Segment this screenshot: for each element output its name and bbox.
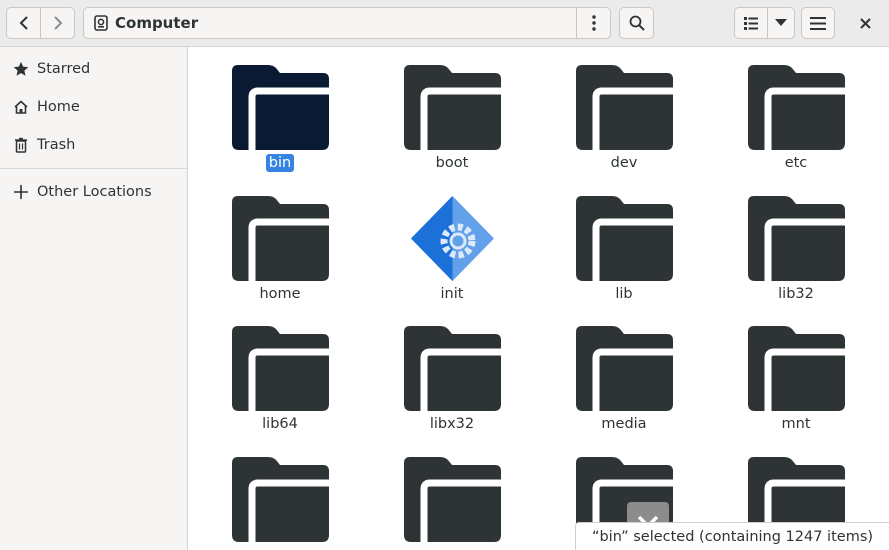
folder-icon bbox=[748, 196, 845, 281]
folder-icon bbox=[576, 196, 673, 281]
file-name: dev bbox=[554, 155, 694, 171]
folder-icon bbox=[576, 65, 673, 150]
file-name-text: libx32 bbox=[429, 416, 475, 432]
file-name-text: boot bbox=[435, 155, 469, 171]
folder-icon bbox=[232, 65, 329, 150]
chevron-right-icon bbox=[53, 16, 62, 30]
sidebar-item-starred[interactable]: Starred bbox=[0, 50, 187, 88]
file-name-text bbox=[277, 546, 283, 550]
sidebar-item-label: Starred bbox=[37, 61, 91, 77]
sidebar-item-other-locations[interactable]: Other Locations bbox=[0, 173, 187, 211]
file-item[interactable]: bin bbox=[210, 47, 350, 175]
file-item[interactable]: home bbox=[210, 178, 350, 306]
location-menu-button[interactable] bbox=[576, 7, 610, 39]
file-name-text bbox=[449, 546, 455, 550]
file-name: home bbox=[210, 286, 350, 302]
file-name: libx32 bbox=[382, 416, 522, 432]
file-name-text: dev bbox=[610, 155, 638, 171]
view-buttons bbox=[734, 7, 795, 39]
folder-icon bbox=[404, 65, 501, 150]
file-item[interactable]: boot bbox=[382, 47, 522, 175]
file-item[interactable] bbox=[382, 439, 522, 550]
file-name-text: lib64 bbox=[262, 416, 298, 432]
file-item[interactable]: lib32 bbox=[726, 178, 866, 306]
executable-icon bbox=[404, 196, 501, 281]
file-item[interactable]: media bbox=[554, 308, 694, 436]
forward-button[interactable] bbox=[40, 7, 75, 39]
file-item[interactable]: mnt bbox=[726, 308, 866, 436]
file-item[interactable]: libx32 bbox=[382, 308, 522, 436]
plus-icon bbox=[12, 183, 30, 201]
folder-icon bbox=[576, 326, 673, 411]
star-icon bbox=[12, 60, 30, 78]
close-icon bbox=[859, 17, 871, 29]
sidebar: Starred Home Trash Other Locations bbox=[0, 47, 188, 550]
trash-icon bbox=[12, 136, 30, 154]
list-view-icon bbox=[744, 16, 758, 30]
folder-icon bbox=[232, 457, 329, 542]
vertical-dots-icon bbox=[591, 15, 596, 31]
chevron-left-icon bbox=[19, 16, 28, 30]
folder-icon bbox=[232, 196, 329, 281]
close-button[interactable] bbox=[850, 8, 880, 38]
hamburger-icon bbox=[810, 16, 826, 30]
file-name: lib64 bbox=[210, 416, 350, 432]
file-item[interactable]: lib64 bbox=[210, 308, 350, 436]
file-item[interactable]: init bbox=[382, 178, 522, 306]
file-name: media bbox=[554, 416, 694, 432]
status-overlay: “bin” selected (containing 1247 items) bbox=[575, 522, 889, 550]
folder-icon bbox=[232, 326, 329, 411]
file-name-text: bin bbox=[265, 154, 295, 172]
sidebar-item-label: Home bbox=[37, 99, 80, 115]
file-item[interactable]: dev bbox=[554, 47, 694, 175]
folder-icon bbox=[404, 457, 501, 542]
search-icon bbox=[629, 15, 645, 31]
location-label[interactable]: Computer bbox=[115, 14, 198, 32]
file-name: init bbox=[382, 286, 522, 302]
sidebar-item-label: Other Locations bbox=[37, 184, 152, 200]
main-menu-button[interactable] bbox=[801, 7, 835, 39]
view-options-button[interactable] bbox=[767, 7, 795, 39]
folder-icon bbox=[748, 65, 845, 150]
folder-icon bbox=[404, 326, 501, 411]
file-item[interactable]: lib bbox=[554, 178, 694, 306]
search-button[interactable] bbox=[619, 7, 654, 39]
chevron-down-icon bbox=[775, 19, 787, 26]
header-bar: Computer bbox=[0, 0, 889, 47]
file-name-text: etc bbox=[784, 155, 808, 171]
sidebar-item-label: Trash bbox=[37, 137, 76, 153]
file-name-text: home bbox=[259, 286, 301, 302]
file-name: boot bbox=[382, 155, 522, 171]
location-bar[interactable]: Computer bbox=[83, 7, 611, 39]
drive-icon bbox=[94, 15, 108, 31]
file-name-text: lib32 bbox=[778, 286, 814, 302]
file-name: etc bbox=[726, 155, 866, 171]
file-name: bin bbox=[210, 154, 350, 172]
file-name-text: mnt bbox=[781, 416, 811, 432]
file-item[interactable]: etc bbox=[726, 47, 866, 175]
file-name: mnt bbox=[726, 416, 866, 432]
sidebar-divider bbox=[0, 168, 187, 169]
status-text: “bin” selected (containing 1247 items) bbox=[591, 528, 874, 545]
file-name-text: lib bbox=[615, 286, 633, 302]
list-view-button[interactable] bbox=[734, 7, 768, 39]
navigation-buttons bbox=[6, 7, 76, 39]
sidebar-item-trash[interactable]: Trash bbox=[0, 126, 187, 164]
sidebar-item-home[interactable]: Home bbox=[0, 88, 187, 126]
file-item[interactable] bbox=[210, 439, 350, 550]
file-name-text: media bbox=[601, 416, 647, 432]
file-name: lib bbox=[554, 286, 694, 302]
file-grid: bin boot dev etc home init lib lib32 lib64 libx32… bbox=[188, 47, 889, 550]
back-button[interactable] bbox=[6, 7, 41, 39]
folder-icon bbox=[748, 326, 845, 411]
file-name-text: init bbox=[440, 286, 464, 302]
home-icon bbox=[12, 98, 30, 116]
file-name: lib32 bbox=[726, 286, 866, 302]
